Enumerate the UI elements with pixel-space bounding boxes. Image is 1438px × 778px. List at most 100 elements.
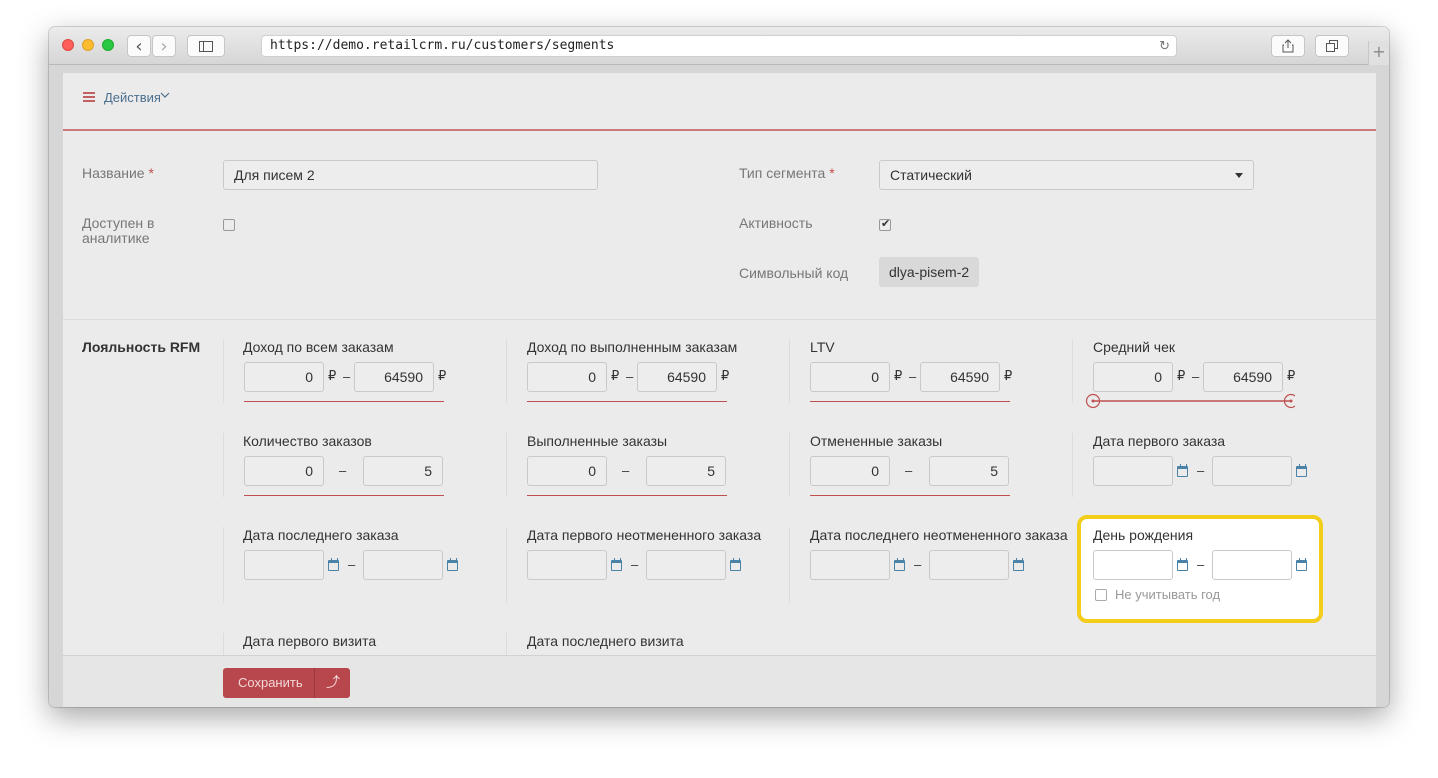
range-slider-track[interactable] [527, 401, 727, 402]
last-visit-date-label: Дата последнего визита [527, 633, 684, 649]
birthday-filter-highlight: День рождения – Не учитывать год [1077, 515, 1323, 623]
avg-check-label: Средний чек [1093, 339, 1176, 355]
orders-cancelled-from-input[interactable]: 0 [810, 456, 890, 486]
calendar-icon[interactable] [1013, 558, 1024, 571]
first-order-date-label: Дата первого заказа [1093, 433, 1226, 449]
name-label: Название * [82, 165, 154, 181]
save-button[interactable]: Сохранить ⤴ [223, 668, 350, 698]
code-label: Символьный код [739, 265, 849, 281]
income-done-from-input[interactable]: 0 [527, 362, 607, 392]
ltv-from-input[interactable]: 0 [810, 362, 890, 392]
income-all-from-input[interactable]: 0 [244, 362, 324, 392]
new-tab-button[interactable]: + [1368, 41, 1389, 65]
save-and-exit-icon[interactable]: ⤴ [326, 672, 340, 692]
address-bar[interactable]: https://demo.retailcrm.ru/customers/segm… [261, 35, 1177, 57]
close-window-button[interactable] [62, 39, 74, 51]
analytics-checkbox[interactable] [223, 219, 235, 231]
name-input[interactable]: Для писем 2 [223, 160, 598, 190]
calendar-icon[interactable] [1177, 558, 1188, 571]
button-divider [314, 668, 315, 698]
column-divider [223, 527, 224, 603]
last-uncancelled-date-from-input[interactable] [810, 550, 890, 580]
avg-check-from-input[interactable]: 0 [1093, 362, 1173, 392]
range-slider-track[interactable] [244, 495, 444, 496]
forward-button[interactable]: › [152, 35, 176, 57]
birthday-to-input[interactable] [1212, 550, 1292, 580]
range-slider-track[interactable] [244, 401, 444, 402]
caret-down-icon [1235, 173, 1243, 178]
url-text: https://demo.retailcrm.ru/customers/segm… [270, 38, 615, 53]
active-checkbox[interactable] [879, 217, 891, 231]
range-dash: – [1197, 557, 1205, 572]
range-slider-track[interactable] [810, 495, 1010, 496]
calendar-icon[interactable] [894, 558, 905, 571]
share-icon [1282, 39, 1294, 53]
avg-check-to-input[interactable]: 64590 [1203, 362, 1283, 392]
back-button[interactable]: ‹ [127, 35, 151, 57]
orders-done-from-input[interactable]: 0 [527, 456, 607, 486]
zoom-window-button[interactable] [102, 39, 114, 51]
tabs-icon [1326, 40, 1338, 52]
range-dash: – [622, 463, 630, 478]
birthday-from-input[interactable] [1093, 550, 1173, 580]
column-divider [506, 527, 507, 603]
birthday-label: День рождения [1093, 527, 1194, 543]
orders-count-from-input[interactable]: 0 [244, 456, 324, 486]
section-title-rfm: Лояльность RFM [82, 339, 201, 355]
calendar-icon[interactable] [1177, 464, 1188, 477]
last-order-date-to-input[interactable] [363, 550, 443, 580]
analytics-label: Доступен в аналитике [82, 215, 155, 246]
sidebar-icon [199, 40, 213, 52]
calendar-icon[interactable] [1296, 558, 1307, 571]
first-uncancelled-date-from-input[interactable] [527, 550, 607, 580]
sidebar-toggle-button[interactable] [187, 35, 225, 57]
calendar-icon[interactable] [611, 558, 622, 571]
orders-count-to-input[interactable]: 5 [363, 456, 443, 486]
ltv-label: LTV [810, 339, 835, 355]
tabs-overview-button[interactable] [1315, 35, 1349, 57]
currency-label: ₽ [611, 369, 620, 384]
range-dash: – [914, 557, 922, 572]
chevron-down-icon[interactable] [160, 90, 170, 100]
calendar-icon[interactable] [730, 558, 741, 571]
page-area: Действия Название * Для писем 2 Тип сегм… [49, 65, 1389, 707]
ignore-year-label: Не учитывать год [1115, 587, 1221, 602]
calendar-icon[interactable] [1296, 464, 1307, 477]
first-order-date-to-input[interactable] [1212, 456, 1292, 486]
calendar-icon[interactable] [328, 558, 339, 571]
last-order-date-from-input[interactable] [244, 550, 324, 580]
column-divider [1072, 339, 1073, 403]
income-done-to-input[interactable]: 64590 [637, 362, 717, 392]
browser-toolbar: ‹ › https://demo.retailcrm.ru/customers/… [49, 27, 1389, 65]
divider [63, 319, 1376, 320]
minimize-window-button[interactable] [82, 39, 94, 51]
first-uncancelled-date-to-input[interactable] [646, 550, 726, 580]
first-order-date-from-input[interactable] [1093, 456, 1173, 486]
column-divider [506, 339, 507, 403]
income-all-label: Доход по всем заказам [243, 339, 394, 355]
range-dash: – [348, 557, 356, 572]
avg-check-range-slider[interactable] [1085, 393, 1295, 409]
column-divider [506, 433, 507, 497]
range-slider-track[interactable] [527, 495, 727, 496]
ignore-year-checkbox[interactable] [1095, 589, 1107, 601]
segment-type-label: Тип сегмента * [739, 165, 835, 181]
orders-cancelled-label: Отмененные заказы [810, 433, 943, 449]
ltv-to-input[interactable]: 64590 [920, 362, 1000, 392]
share-button[interactable] [1271, 35, 1305, 57]
orders-cancelled-to-input[interactable]: 5 [929, 456, 1009, 486]
menu-icon[interactable] [83, 92, 95, 102]
column-divider [789, 339, 790, 403]
orders-done-to-input[interactable]: 5 [646, 456, 726, 486]
reload-icon[interactable]: ↻ [1159, 37, 1170, 57]
back-icon: ‹ [135, 35, 143, 57]
first-uncancelled-date-label: Дата первого неотмененного заказа [527, 527, 762, 543]
segment-type-select[interactable]: Статический [879, 160, 1254, 190]
column-divider [223, 433, 224, 497]
calendar-icon[interactable] [447, 558, 458, 571]
range-slider-track[interactable] [810, 401, 1010, 402]
range-dash: – [343, 369, 351, 384]
income-all-to-input[interactable]: 64590 [354, 362, 434, 392]
actions-dropdown[interactable]: Действия [104, 90, 161, 105]
last-uncancelled-date-to-input[interactable] [929, 550, 1009, 580]
